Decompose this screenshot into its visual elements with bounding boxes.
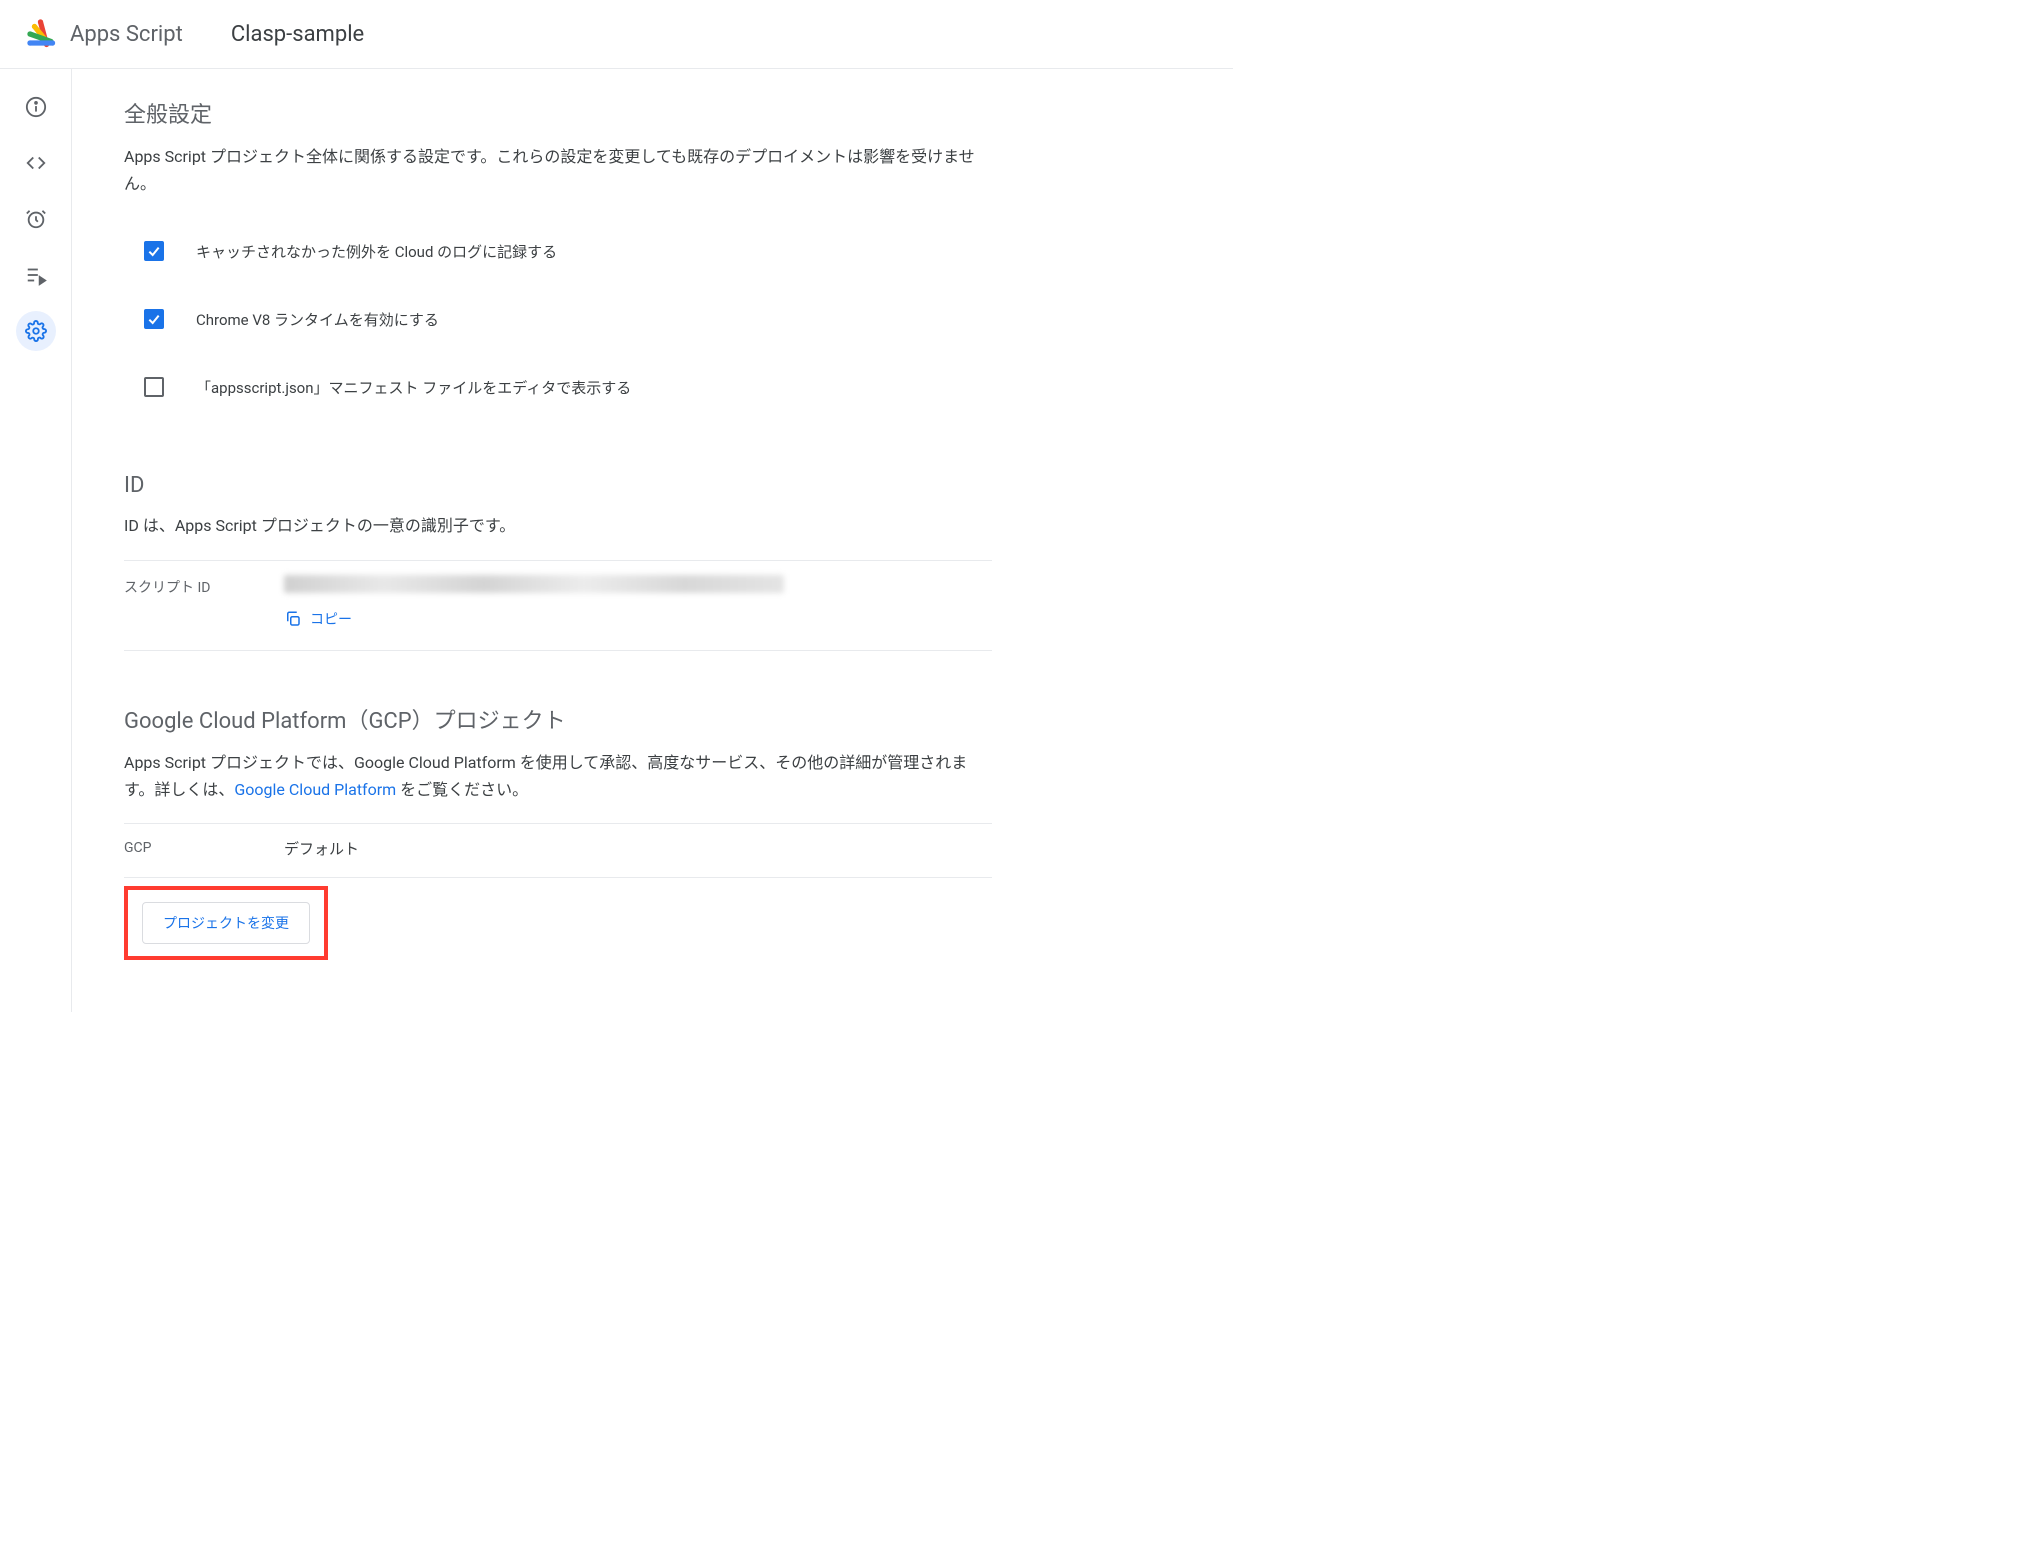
nav-editor[interactable] [16, 143, 56, 183]
product-name: Apps Script [70, 22, 183, 47]
project-title[interactable]: Clasp-sample [231, 22, 364, 47]
left-nav [0, 69, 72, 1012]
nav-settings[interactable] [16, 311, 56, 351]
nav-triggers[interactable] [16, 199, 56, 239]
app-header: Apps Script Clasp-sample [0, 0, 1233, 69]
copy-label: コピー [310, 609, 352, 629]
checkbox-ripple [134, 367, 174, 407]
divider [124, 877, 992, 878]
checkbox-show-manifest[interactable] [144, 377, 164, 397]
info-circle-icon [25, 96, 47, 118]
annotation-highlight: プロジェクトを変更 [124, 886, 328, 960]
alarm-clock-icon [25, 208, 47, 230]
checkbox-row-v8: Chrome V8 ランタイムを有効にする [124, 285, 992, 353]
gcp-row-value: デフォルト [284, 838, 992, 859]
gcp-desc-post: をご覧ください。 [396, 780, 528, 799]
apps-script-logo-icon [24, 16, 60, 52]
executions-list-icon [25, 264, 47, 286]
change-project-button[interactable]: プロジェクトを変更 [142, 902, 310, 944]
general-desc: Apps Script プロジェクト全体に関係する設定です。これらの設定を変更し… [124, 143, 992, 197]
nav-executions[interactable] [16, 255, 56, 295]
check-icon [146, 311, 162, 327]
script-id-value-redacted [284, 575, 784, 593]
logo-container: Apps Script [24, 16, 183, 52]
id-title: ID [124, 473, 992, 498]
script-id-row: スクリプト ID コピー [124, 560, 992, 646]
gcp-link[interactable]: Google Cloud Platform [234, 780, 396, 799]
script-id-value-container: コピー [284, 575, 992, 632]
gcp-row-label: GCP [124, 838, 284, 856]
gcp-section: Google Cloud Platform（GCP）プロジェクト Apps Sc… [124, 703, 992, 960]
gear-icon [25, 320, 47, 342]
id-section: ID ID は、Apps Script プロジェクトの一意の識別子です。 スクリ… [124, 473, 992, 650]
copy-script-id-button[interactable]: コピー [284, 609, 352, 629]
checkbox-ripple [134, 231, 174, 271]
check-icon [146, 243, 162, 259]
checkbox-label: キャッチされなかった例外を Cloud のログに記録する [196, 241, 557, 262]
gcp-row: GCP デフォルト [124, 823, 992, 873]
gcp-title: Google Cloud Platform（GCP）プロジェクト [124, 703, 992, 735]
checkbox-row-log-exceptions: キャッチされなかった例外を Cloud のログに記録する [124, 217, 992, 285]
code-icon [25, 152, 47, 174]
general-settings-section: 全般設定 Apps Script プロジェクト全体に関係する設定です。これらの設… [124, 97, 992, 421]
divider [124, 650, 992, 651]
checkbox-label: 「appsscript.json」マニフェスト ファイルをエディタで表示する [196, 377, 631, 398]
checkbox-label: Chrome V8 ランタイムを有効にする [196, 309, 439, 330]
settings-content: 全般設定 Apps Script プロジェクト全体に関係する設定です。これらの設… [72, 69, 992, 1012]
script-id-label: スクリプト ID [124, 575, 284, 597]
id-desc: ID は、Apps Script プロジェクトの一意の識別子です。 [124, 512, 992, 539]
checkbox-v8-runtime[interactable] [144, 309, 164, 329]
nav-overview[interactable] [16, 87, 56, 127]
copy-icon [284, 610, 302, 628]
checkbox-ripple [134, 299, 174, 339]
general-title: 全般設定 [124, 97, 992, 129]
checkbox-row-manifest: 「appsscript.json」マニフェスト ファイルをエディタで表示する [124, 353, 992, 421]
checkbox-log-exceptions[interactable] [144, 241, 164, 261]
gcp-desc: Apps Script プロジェクトでは、Google Cloud Platfo… [124, 749, 992, 803]
